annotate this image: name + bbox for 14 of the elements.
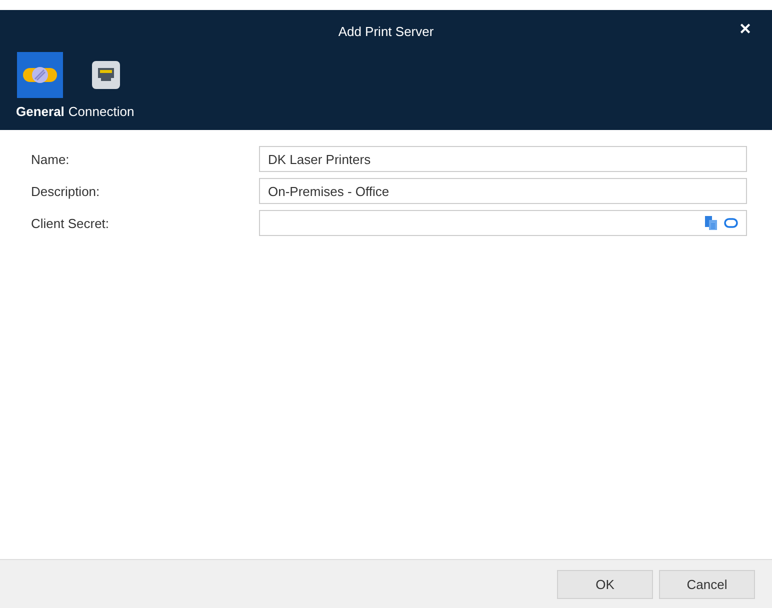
copy-icon[interactable] [704, 216, 718, 230]
input-field[interactable]: DK Laser Printers [259, 146, 747, 172]
cancel-button[interactable]: Cancel [659, 570, 755, 598]
network-port-icon [91, 60, 122, 90]
close-button[interactable]: ✕ [735, 20, 756, 38]
ok-button[interactable]: OK [557, 570, 653, 598]
field-label: Description: [31, 184, 101, 198]
field-label: Client Secret: [31, 216, 110, 230]
input-field[interactable] [259, 210, 747, 236]
tab[interactable]: Connection [68, 52, 134, 119]
input-field[interactable]: On-Premises - Office [259, 178, 747, 204]
window-title: Add Print Server [338, 24, 434, 38]
field-label: Name: [31, 152, 70, 166]
refresh-icon[interactable] [724, 216, 738, 230]
